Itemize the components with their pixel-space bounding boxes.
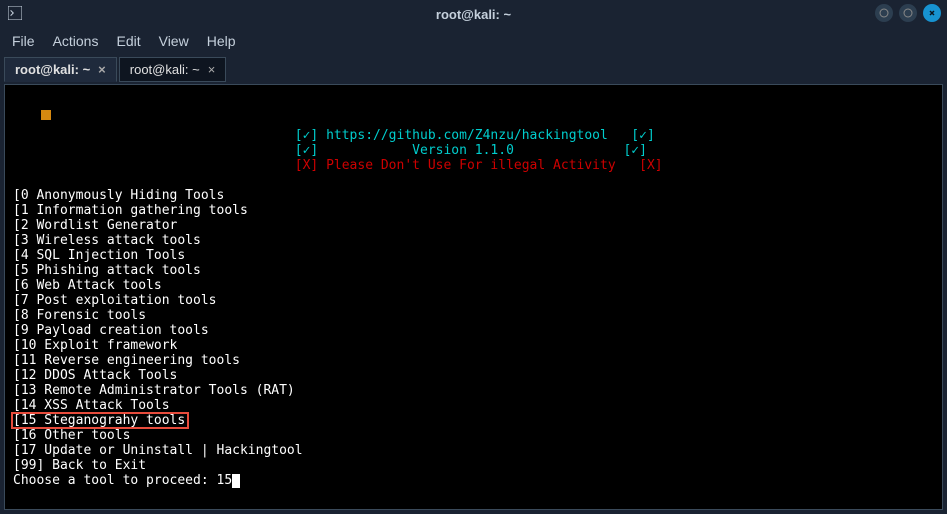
header-line: [X] Please Don't Use For illegal Activit… (13, 158, 936, 173)
prompt-text: Choose a tool to proceed: (13, 473, 217, 488)
menubar: File Actions Edit View Help (0, 28, 947, 54)
menu-actions[interactable]: Actions (53, 33, 99, 49)
menu-item: [10 Exploit framework (13, 338, 936, 353)
menu-item: [11 Reverse engineering tools (13, 353, 936, 368)
tab-terminal-2[interactable]: root@kali: ~ × (119, 57, 227, 82)
menu-item: [15 Steganograhy tools (13, 413, 936, 428)
minimize-button[interactable] (875, 4, 893, 22)
prompt-input[interactable]: 15 (217, 473, 233, 488)
menu-item: [14 XSS Attack Tools (13, 398, 936, 413)
menu-item: [12 DDOS Attack Tools (13, 368, 936, 383)
menu-item: [13 Remote Administrator Tools (RAT) (13, 383, 936, 398)
menu-item: [16 Other tools (13, 428, 936, 443)
close-button[interactable] (923, 4, 941, 22)
menu-item: [1 Information gathering tools (13, 203, 936, 218)
menu-item: [4 SQL Injection Tools (13, 248, 936, 263)
menu-item: [9 Payload creation tools (13, 323, 936, 338)
menu-file[interactable]: File (12, 33, 35, 49)
tab-label: root@kali: ~ (15, 62, 90, 77)
tab-terminal-1[interactable]: root@kali: ~ × (4, 57, 117, 82)
menu-item: [8 Forensic tools (13, 308, 936, 323)
menu-item: [0 Anonymously Hiding Tools (13, 188, 936, 203)
header-line: [✓] https://github.com/Z4nzu/hackingtool… (13, 128, 936, 143)
menu-item: [99] Back to Exit (13, 458, 936, 473)
menu-view[interactable]: View (159, 33, 189, 49)
header-line: [✓] Version 1.1.0 [✓] (13, 143, 936, 158)
terminal-icon (8, 6, 22, 20)
window-title: root@kali: ~ (436, 7, 511, 22)
tabbar: root@kali: ~ × root@kali: ~ × (0, 54, 947, 82)
menu-item: [2 Wordlist Generator (13, 218, 936, 233)
maximize-button[interactable] (899, 4, 917, 22)
menu-edit[interactable]: Edit (116, 33, 140, 49)
menu-help[interactable]: Help (207, 33, 236, 49)
close-icon[interactable]: × (98, 62, 106, 77)
cursor-icon (232, 474, 240, 488)
tab-label: root@kali: ~ (130, 62, 200, 77)
window-controls (875, 4, 941, 22)
terminal-output[interactable]: [✓] https://github.com/Z4nzu/hackingtool… (4, 84, 943, 510)
menu-item: [5 Phishing attack tools (13, 263, 936, 278)
prompt-line[interactable]: Choose a tool to proceed: 15 (13, 473, 936, 488)
titlebar: root@kali: ~ (0, 0, 947, 28)
menu-item: [7 Post exploitation tools (13, 293, 936, 308)
box-icon (41, 110, 51, 120)
menu-item: [3 Wireless attack tools (13, 233, 936, 248)
menu-item: [17 Update or Uninstall | Hackingtool (13, 443, 936, 458)
menu-item: [6 Web Attack tools (13, 278, 936, 293)
close-icon[interactable]: × (208, 62, 216, 77)
